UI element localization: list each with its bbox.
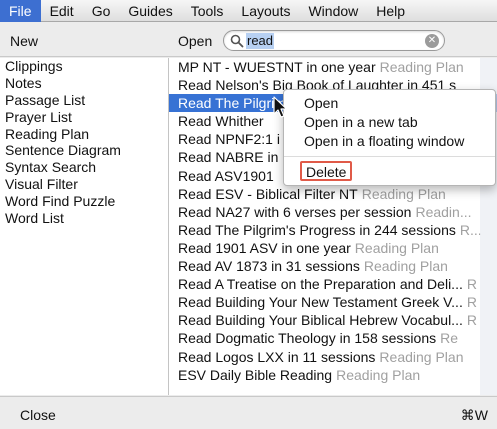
document-row[interactable]: Read Dogmatic Theology in 158 sessions Re xyxy=(169,329,497,347)
search-icon xyxy=(230,34,244,48)
document-title: Read NABRE in xyxy=(178,149,279,166)
context-open[interactable]: Open xyxy=(284,94,495,113)
document-row[interactable]: Read NA27 with 6 verses per session Readi… xyxy=(169,203,497,221)
close-button[interactable]: Close xyxy=(20,407,56,423)
document-row[interactable]: Read The Pilgrim's Progress in 244 sessi… xyxy=(169,221,497,239)
document-row[interactable]: Read A Treatise on the Preparation and D… xyxy=(169,275,497,293)
document-type: Readin... xyxy=(415,203,472,220)
new-item-word-find-puzzle[interactable]: Word Find Puzzle xyxy=(0,193,168,210)
document-title: ESV Daily Bible Reading xyxy=(178,366,333,383)
menu-edit[interactable]: Edit xyxy=(41,0,83,22)
document-type: R xyxy=(466,294,477,311)
document-title: Read The Pilgrim xyxy=(178,95,286,112)
document-row[interactable]: ESV Daily Bible Reading Reading Plan xyxy=(169,366,497,384)
document-title: Read ASV1901 xyxy=(178,167,274,184)
document-type: Reading Plan xyxy=(379,59,464,75)
document-type: R xyxy=(466,276,477,293)
open-heading: Open xyxy=(178,33,213,49)
document-title: Read Dogmatic Theology in 158 sessions xyxy=(178,330,437,347)
document-title: Read NPNF2:1 i xyxy=(178,131,280,148)
document-title: Read Logos LXX in 11 sessions xyxy=(178,348,376,365)
document-row[interactable]: Read AV 1873 in 31 sessions Reading Plan xyxy=(169,257,497,275)
document-title: Read ESV - Biblical Filter NT xyxy=(178,185,358,202)
document-type: Re xyxy=(440,330,459,347)
menu-window[interactable]: Window xyxy=(299,0,367,22)
menu-help[interactable]: Help xyxy=(367,0,414,22)
document-row[interactable]: Read ESV - Biblical Filter NT Reading Pla… xyxy=(169,185,497,203)
document-type: R... xyxy=(459,221,482,238)
document-row[interactable]: Read 1901 ASV in one year Reading Plan xyxy=(169,239,497,257)
document-title: Read Building Your New Testament Greek V… xyxy=(178,294,463,311)
context-separator xyxy=(284,156,495,157)
document-title: Read A Treatise on the Preparation and D… xyxy=(178,276,463,293)
document-row[interactable]: Read Building Your New Testament Greek V… xyxy=(169,293,497,311)
close-shortcut: ⌘W xyxy=(460,407,488,423)
new-heading: New xyxy=(10,33,39,49)
search-box[interactable]: read ✕ xyxy=(223,30,445,51)
document-type: Reading Plan xyxy=(363,258,448,275)
menu-go[interactable]: Go xyxy=(83,0,120,22)
document-type: Reading Plan xyxy=(336,366,421,383)
document-type: Reading Plan xyxy=(379,348,464,365)
new-document-list: Clippings Notes Passage List Prayer List… xyxy=(0,58,168,395)
menu-file[interactable]: File xyxy=(0,0,41,22)
menu-tools[interactable]: Tools xyxy=(182,0,233,22)
document-title: Read NA27 with 6 verses per session xyxy=(178,203,412,220)
document-title: Read The Pilgrim's Progress in 244 sessi… xyxy=(178,221,456,238)
document-row[interactable]: Read Building Your Biblical Hebrew Vocab… xyxy=(169,311,497,329)
document-title: Read Whither xyxy=(178,113,264,130)
menu-layouts[interactable]: Layouts xyxy=(232,0,299,22)
context-open-floating-window[interactable]: Open in a floating window xyxy=(284,132,495,151)
panel-footer: Close ⌘W xyxy=(0,396,497,429)
new-item-syntax-search[interactable]: Syntax Search xyxy=(0,159,168,176)
context-menu: Open Open in a new tab Open in a floatin… xyxy=(283,89,496,186)
document-row[interactable]: Read Logos LXX in 11 sessions Reading Pla… xyxy=(169,348,497,366)
new-item-reading-plan[interactable]: Reading Plan xyxy=(0,126,168,143)
document-row[interactable]: MP NT - WUESTNT in one year Reading Plan xyxy=(169,58,497,76)
document-title: MP NT - WUESTNT in one year xyxy=(178,59,376,75)
new-item-notes[interactable]: Notes xyxy=(0,75,168,92)
new-item-clippings[interactable]: Clippings xyxy=(0,58,168,75)
panel-header: New Open read ✕ xyxy=(0,23,497,57)
mouse-pointer-icon xyxy=(273,96,288,118)
menu-bar: File Edit Go Guides Tools Layouts Window… xyxy=(0,0,497,22)
new-item-word-list[interactable]: Word List xyxy=(0,210,168,227)
document-type: Reading Plan xyxy=(354,239,439,256)
new-item-passage-list[interactable]: Passage List xyxy=(0,92,168,109)
document-type: Reading Plan xyxy=(361,185,446,202)
search-input[interactable]: read xyxy=(246,33,275,49)
document-type: R xyxy=(466,312,477,329)
context-delete[interactable]: Delete xyxy=(300,161,353,181)
new-item-sentence-diagram[interactable]: Sentence Diagram xyxy=(0,142,168,159)
document-title: Read Building Your Biblical Hebrew Vocab… xyxy=(178,312,463,329)
menu-guides[interactable]: Guides xyxy=(119,0,181,22)
document-title: Read 1901 ASV in one year xyxy=(178,239,351,256)
document-title: Read AV 1873 in 31 sessions xyxy=(178,258,360,275)
context-open-new-tab[interactable]: Open in a new tab xyxy=(284,113,495,132)
clear-search-icon[interactable]: ✕ xyxy=(425,34,439,48)
new-item-prayer-list[interactable]: Prayer List xyxy=(0,109,168,126)
new-item-visual-filter[interactable]: Visual Filter xyxy=(0,176,168,193)
